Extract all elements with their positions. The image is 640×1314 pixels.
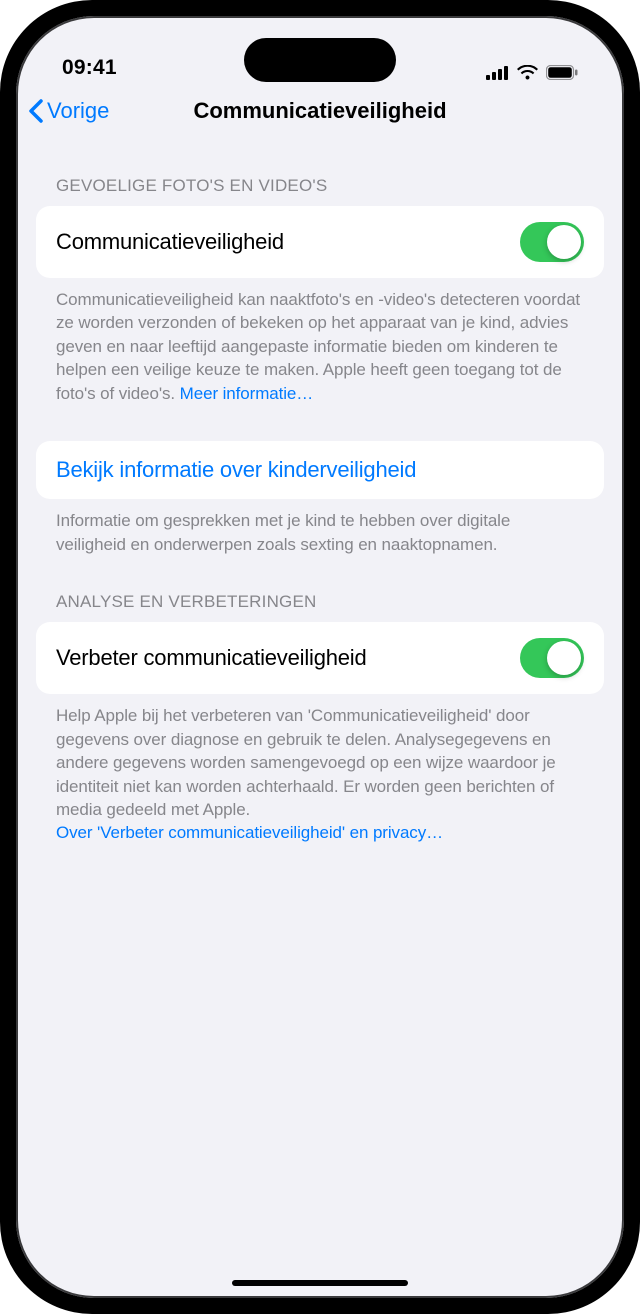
home-indicator[interactable]: [232, 1280, 408, 1286]
toggle-knob: [547, 641, 581, 675]
section1-footer: Communicatieveiligheid kan naaktfoto's e…: [36, 278, 604, 405]
improve-safety-row[interactable]: Verbeter communicatieveiligheid: [36, 622, 604, 694]
section1-footer-text: Communicatieveiligheid kan naaktfoto's e…: [56, 290, 580, 403]
more-info-link[interactable]: Meer informatie…: [180, 384, 314, 403]
child-safety-info-label: Bekijk informatie over kinderveiligheid: [56, 457, 416, 483]
cellular-icon: [486, 66, 509, 80]
battery-icon: [546, 65, 578, 80]
settings-content: Gevoelige foto's en video's Communicatie…: [16, 140, 624, 845]
child-safety-info-row[interactable]: Bekijk informatie over kinderveiligheid: [36, 441, 604, 499]
privacy-link[interactable]: Over 'Verbeter communicatieveiligheid' e…: [56, 823, 443, 842]
status-time: 09:41: [62, 56, 117, 80]
section-header-sensitive: Gevoelige foto's en video's: [36, 140, 604, 206]
wifi-icon: [517, 65, 538, 80]
communication-safety-row[interactable]: Communicatieveiligheid: [36, 206, 604, 278]
page-title: Communicatieveiligheid: [193, 98, 446, 124]
communication-safety-label: Communicatieveiligheid: [56, 229, 284, 255]
communication-safety-toggle[interactable]: [520, 222, 584, 262]
dynamic-island: [244, 38, 396, 82]
screen: 09:41: [16, 16, 624, 1298]
toggle-knob: [547, 225, 581, 259]
section2-footer: Help Apple bij het verbeteren van 'Commu…: [36, 694, 604, 845]
section2-footer-text: Help Apple bij het verbeteren van 'Commu…: [56, 706, 556, 819]
navigation-bar: Vorige Communicatieveiligheid: [16, 82, 624, 140]
device-frame: 09:41: [0, 0, 640, 1314]
improve-safety-toggle[interactable]: [520, 638, 584, 678]
section-header-analytics: Analyse en verbeteringen: [36, 556, 604, 622]
link-row-footer: Informatie om gesprekken met je kind te …: [36, 499, 604, 556]
back-button[interactable]: Vorige: [28, 98, 109, 124]
status-icons: [486, 65, 578, 80]
improve-safety-label: Verbeter communicatieveiligheid: [56, 645, 367, 671]
back-label: Vorige: [47, 98, 109, 124]
chevron-left-icon: [28, 99, 43, 123]
